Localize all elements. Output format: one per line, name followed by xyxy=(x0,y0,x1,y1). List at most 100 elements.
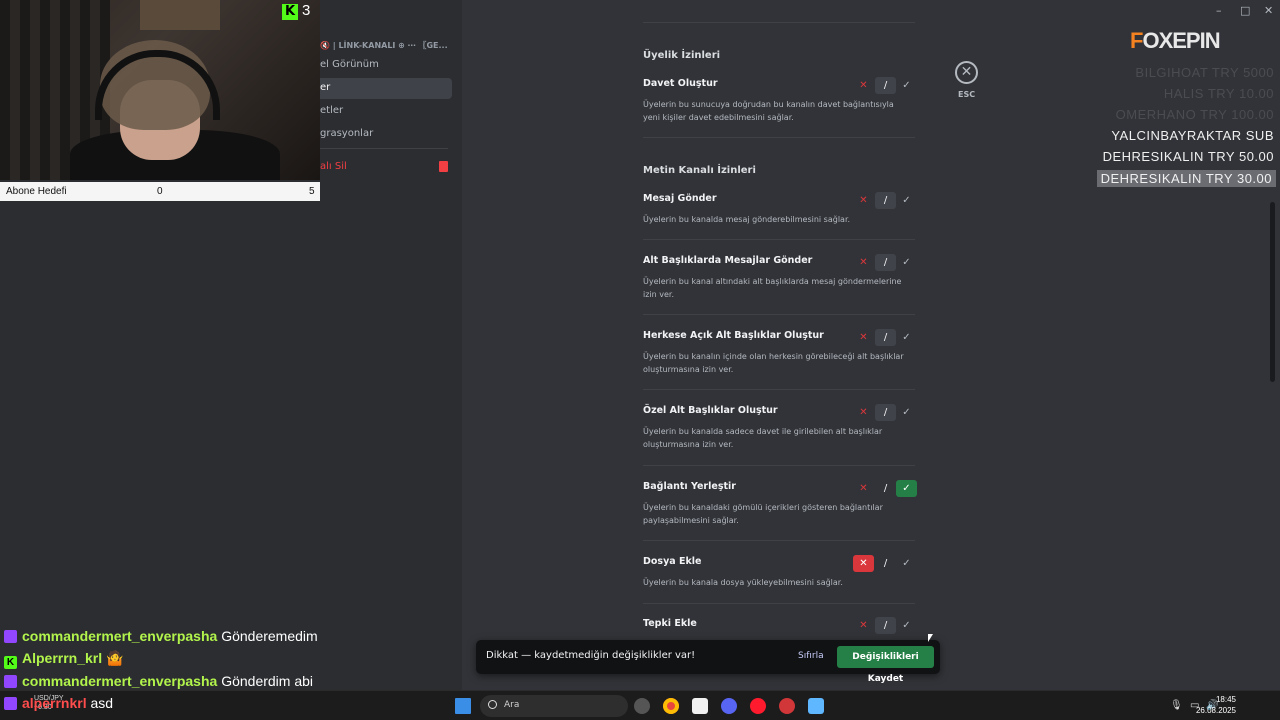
sidebar-item-delete-channel[interactable]: alı Sil xyxy=(316,157,452,178)
taskview-icon[interactable] xyxy=(634,698,650,714)
chat-message: commandermert_enverpasha Gönderemedim xyxy=(4,628,318,644)
app-icon[interactable] xyxy=(808,698,824,714)
neutral-button[interactable]: / xyxy=(875,329,896,346)
neutral-button[interactable]: / xyxy=(875,404,896,421)
permission-toggle-public-threads: ✕ / ✓ xyxy=(853,329,917,346)
permission-description: Üyelerin bu kanalda mesaj gönderebilmesi… xyxy=(643,215,851,224)
maximize-button[interactable]: □ xyxy=(1240,4,1250,17)
permission-toggle-embed-links: ✕ / ✓ xyxy=(853,480,917,497)
allow-button[interactable]: ✓ xyxy=(896,77,917,94)
deny-button[interactable]: ✕ xyxy=(853,480,874,497)
deny-button[interactable]: ✕ xyxy=(853,77,874,94)
unsaved-changes-bar: Dikkat — kaydetmediğin değişiklikler var… xyxy=(476,640,940,684)
permission-description: Üyelerin bu kanalda sadece davet ile gir… xyxy=(643,427,883,449)
microphone-icon[interactable]: 🎙 xyxy=(1170,700,1183,711)
deny-button[interactable]: ✕ xyxy=(853,329,874,346)
permission-name: Bağlantı Yerleştir xyxy=(643,481,736,492)
divider xyxy=(643,22,915,23)
foxepin-logo-accent: F xyxy=(1130,28,1143,53)
close-window-button[interactable]: ✕ xyxy=(1264,4,1273,17)
system-clock[interactable]: 18:45 26.08.2025 xyxy=(1196,694,1236,716)
foxepin-logo-text: OXEPIN xyxy=(1142,28,1220,53)
permission-name: Özel Alt Başlıklar Oluştur xyxy=(643,405,778,416)
neutral-button[interactable]: / xyxy=(875,254,896,271)
twitch-icon xyxy=(4,675,17,688)
chat-username: alperrnkrl xyxy=(22,695,87,711)
permission-name: Herkese Açık Alt Başlıklar Oluştur xyxy=(643,330,824,341)
reset-button[interactable]: Sıfırla xyxy=(798,651,824,661)
shelf-background xyxy=(140,0,220,30)
divider xyxy=(643,465,915,466)
taskbar-search[interactable]: Ara xyxy=(480,695,628,717)
permission-description: Üyelerin bu kanala dosya yükleyebilmesin… xyxy=(643,578,843,587)
chat-text: Gönderemedim xyxy=(221,628,318,644)
minimize-button[interactable]: – xyxy=(1216,4,1222,17)
delete-channel-label: alı Sil xyxy=(320,161,347,172)
allow-button[interactable]: ✓ xyxy=(896,404,917,421)
chat-username: commandermert_enverpasha xyxy=(22,673,218,689)
chat-message: K Alperrrn_krl 🤷 xyxy=(4,650,123,669)
riot-icon[interactable] xyxy=(779,698,795,714)
deny-button[interactable]: ✕ xyxy=(853,617,874,634)
permission-toggle-private-threads: ✕ / ✓ xyxy=(853,404,917,421)
allow-button[interactable]: ✓ xyxy=(896,617,917,634)
sidebar-divider xyxy=(320,148,448,149)
donation-item: HALIS TRY 10.00 xyxy=(1163,86,1274,101)
discord-icon[interactable] xyxy=(721,698,737,714)
neutral-button[interactable]: / xyxy=(875,617,896,634)
deny-button[interactable]: ✕ xyxy=(853,192,874,209)
allow-button[interactable]: ✓ xyxy=(896,555,917,572)
divider xyxy=(643,137,915,138)
neutral-button[interactable]: / xyxy=(875,555,896,572)
windows-start-icon[interactable] xyxy=(455,698,471,714)
search-icon xyxy=(488,700,497,709)
webcam-feed: K 3 xyxy=(0,0,320,180)
app-icon[interactable] xyxy=(692,698,708,714)
donation-item: OMERHANO TRY 100.00 xyxy=(1115,107,1274,122)
divider xyxy=(643,239,915,240)
section-membership-permissions: Üyelik İzinleri xyxy=(643,50,721,61)
save-changes-button[interactable]: Değişiklikleri Kaydet xyxy=(837,646,934,684)
divider xyxy=(643,314,915,315)
deny-button[interactable]: ✕ xyxy=(853,555,874,572)
donation-item: DEHRESIKALIN TRY 50.00 xyxy=(1102,149,1274,164)
divider xyxy=(643,540,915,541)
sidebar-item-integrations[interactable]: grasyonlar xyxy=(316,124,452,145)
donation-item-highlight: DEHRESIKALIN TRY 30.00 xyxy=(1096,170,1276,187)
clock-date: 26.08.2025 xyxy=(1195,706,1236,715)
chat-message: commandermert_enverpasha Gönderdim abi xyxy=(4,673,313,689)
deny-button[interactable]: ✕ xyxy=(853,254,874,271)
windows-taskbar: USD/JPY +0.30 Ara 🎙 ▭ 🔊 18:45 26.08.2025 xyxy=(0,690,1280,720)
allow-button[interactable]: ✓ xyxy=(896,254,917,271)
allow-button[interactable]: ✓ xyxy=(896,192,917,209)
opera-icon[interactable] xyxy=(750,698,766,714)
sidebar-item-overview[interactable]: el Görünüm xyxy=(316,55,452,76)
neutral-button[interactable]: / xyxy=(875,192,896,209)
permission-toggle-add-reactions: ✕ / ✓ xyxy=(853,617,917,634)
permission-description: Üyelerin bu sunucuya doğrudan bu kanalın… xyxy=(643,100,894,122)
permission-description: Üyelerin bu kanaldaki gömülü içerikleri … xyxy=(643,503,883,525)
chrome-icon[interactable] xyxy=(663,698,679,714)
subscriber-goal-bar: Abone Hedefi 0 5 xyxy=(0,182,320,201)
sub-goal-target: 5 xyxy=(309,186,315,197)
sidebar-item-permissions[interactable]: er xyxy=(316,78,452,99)
chat-text: Gönderdim abi xyxy=(221,673,314,689)
divider xyxy=(643,603,915,604)
permission-name: Davet Oluştur xyxy=(643,78,718,89)
permission-description: Üyelerin bu kanalın içinde olan herkesin… xyxy=(643,352,904,374)
neutral-button[interactable]: / xyxy=(875,480,896,497)
divider xyxy=(643,389,915,390)
close-settings-button[interactable]: ✕ xyxy=(955,61,978,84)
twitch-icon xyxy=(4,630,17,643)
search-placeholder: Ara xyxy=(504,700,520,710)
allow-button[interactable]: ✓ xyxy=(896,480,917,497)
allow-button[interactable]: ✓ xyxy=(896,329,917,346)
permission-name: Alt Başlıklarda Mesajlar Gönder xyxy=(643,255,813,266)
kick-logo-icon: K xyxy=(282,4,298,20)
scrollbar[interactable] xyxy=(1270,202,1275,382)
deny-button[interactable]: ✕ xyxy=(853,404,874,421)
section-text-channel-permissions: Metin Kanalı İzinleri xyxy=(643,165,756,176)
neutral-button[interactable]: / xyxy=(875,77,896,94)
sidebar-item-invites[interactable]: etler xyxy=(316,101,452,122)
chat-username: commandermert_enverpasha xyxy=(22,628,218,644)
